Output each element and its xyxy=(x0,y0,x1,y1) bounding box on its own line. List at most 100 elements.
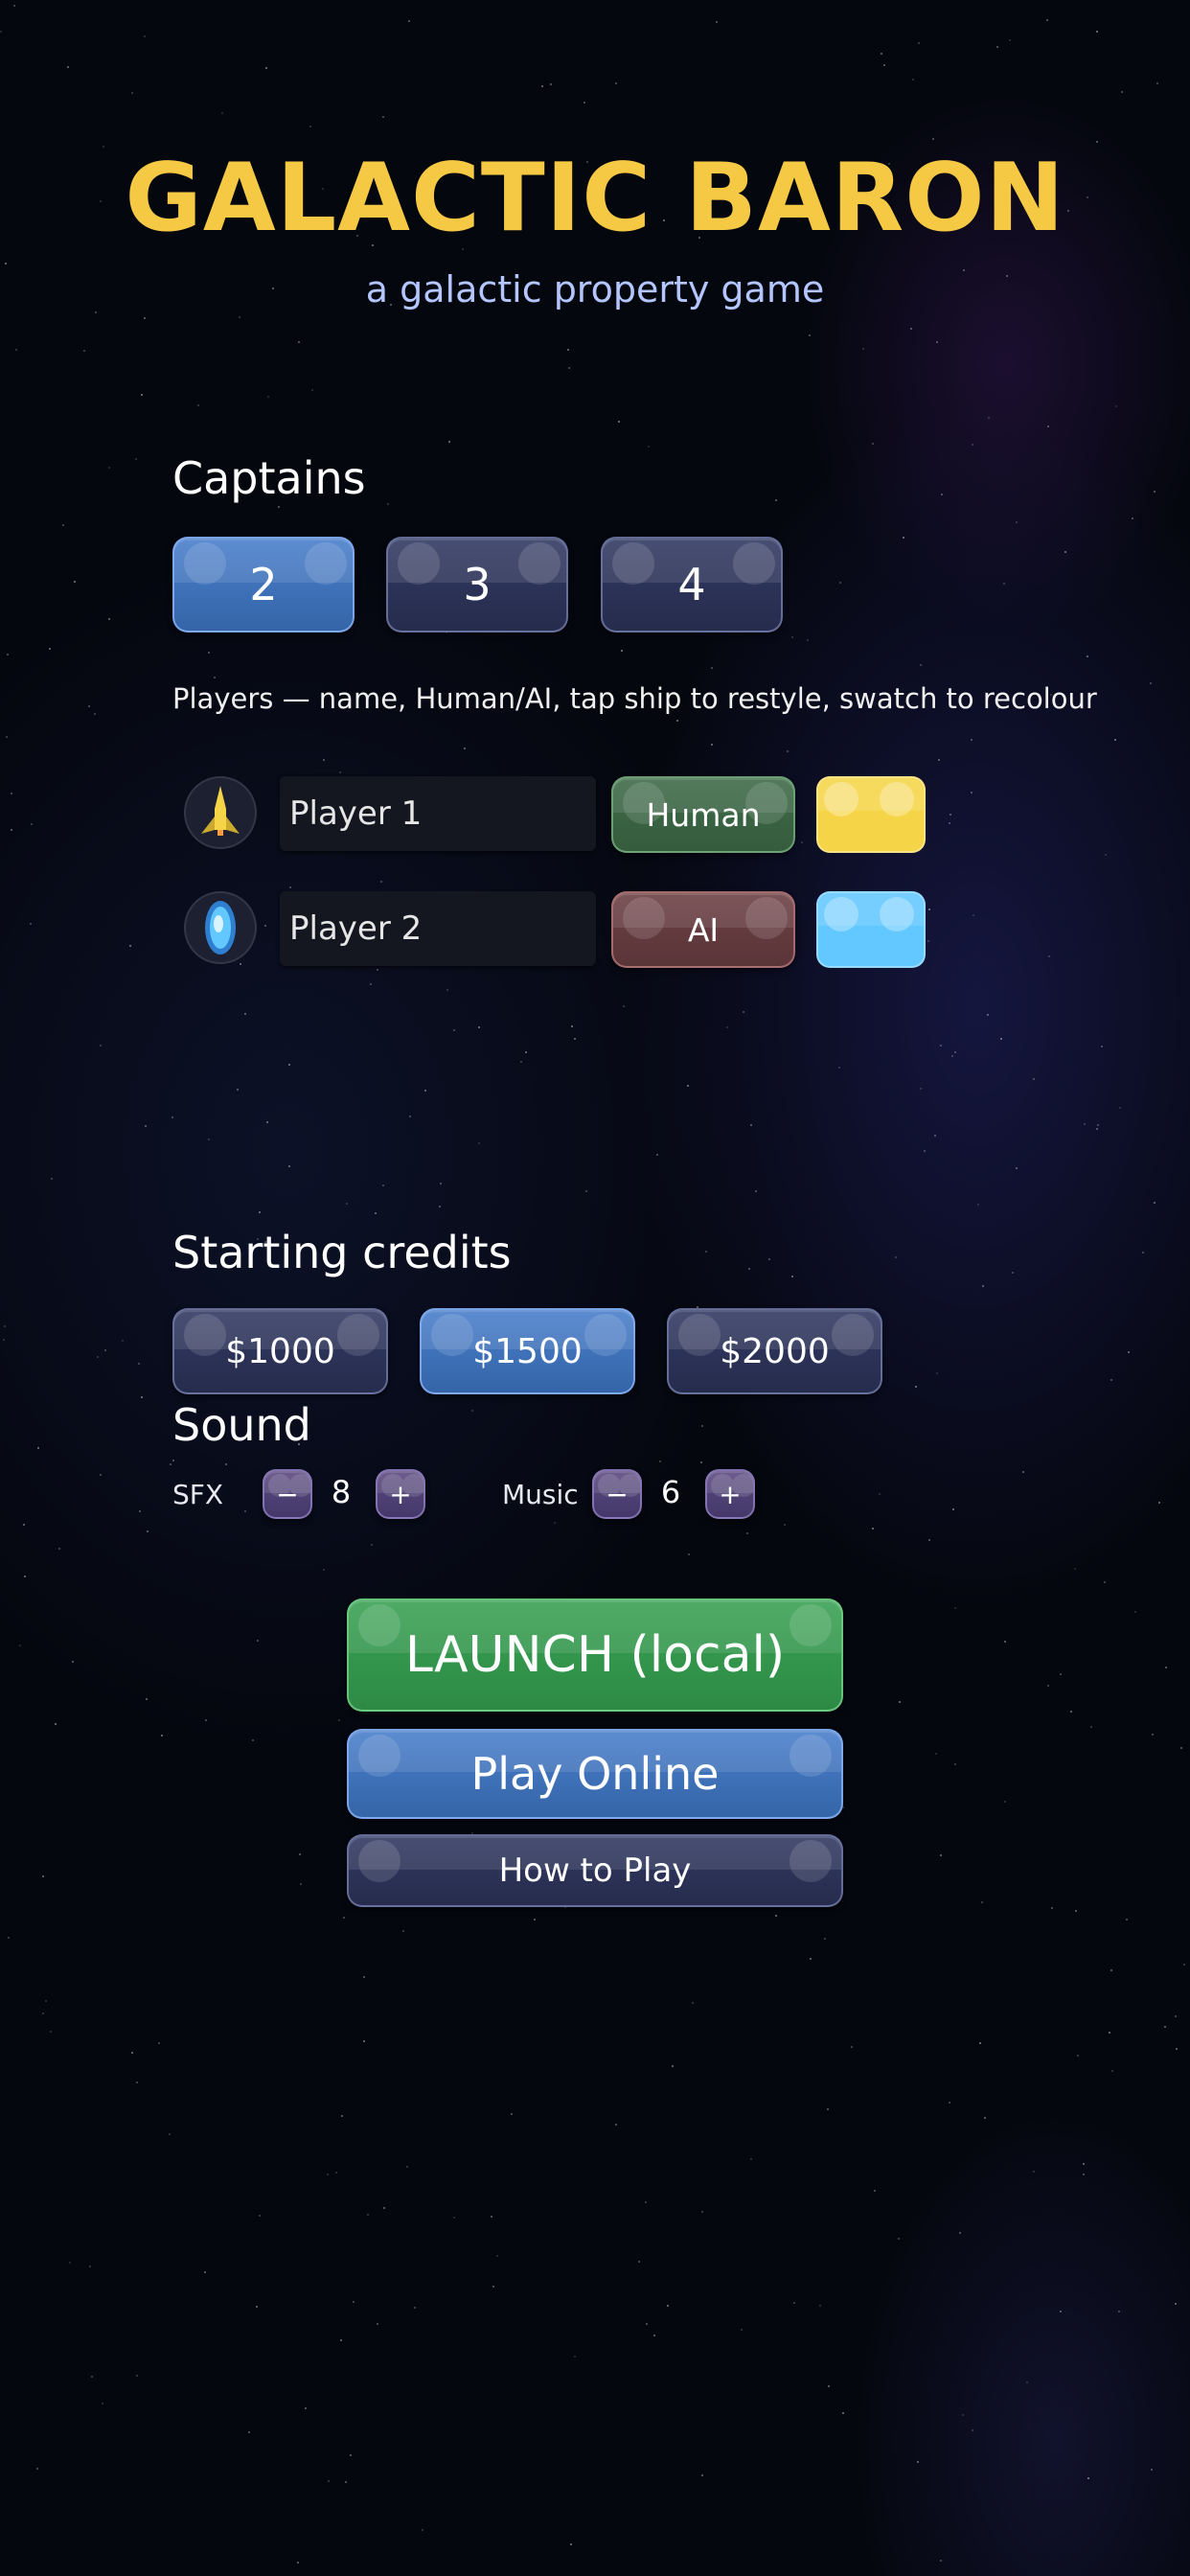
star xyxy=(962,2414,964,2416)
star xyxy=(971,739,973,741)
star xyxy=(37,1447,39,1449)
star xyxy=(8,1937,10,1939)
star xyxy=(328,2480,330,2482)
star xyxy=(122,1340,124,1342)
player-2-type-toggle[interactable]: AI xyxy=(611,891,795,968)
star xyxy=(341,2115,343,2117)
credits-option-2000[interactable]: $2000 xyxy=(667,1308,882,1394)
star xyxy=(659,1460,661,1462)
captains-option-4[interactable]: 4 xyxy=(601,537,783,632)
star xyxy=(584,102,585,104)
star xyxy=(934,1135,936,1137)
star xyxy=(49,648,51,650)
star xyxy=(1101,1046,1103,1047)
star xyxy=(197,404,199,406)
player-1-name-input[interactable] xyxy=(280,776,596,851)
captains-option-2[interactable]: 2 xyxy=(172,537,355,632)
star xyxy=(94,713,96,715)
star xyxy=(940,2560,942,2562)
player-1-type-toggle[interactable]: Human xyxy=(611,776,795,853)
star xyxy=(353,2301,355,2303)
star xyxy=(903,537,904,539)
music-decrease-button[interactable]: − xyxy=(592,1469,642,1519)
sfx-decrease-button[interactable]: − xyxy=(263,1469,312,1519)
plus-glyph: + xyxy=(719,1478,742,1510)
star xyxy=(827,2108,829,2110)
star xyxy=(42,2012,44,2014)
player-1-color-swatch[interactable] xyxy=(816,776,926,853)
star xyxy=(716,21,718,23)
star xyxy=(534,1919,536,1920)
star xyxy=(377,969,378,971)
captains-option-label: 4 xyxy=(677,559,706,610)
star xyxy=(1154,491,1156,493)
star xyxy=(339,771,341,773)
star xyxy=(918,42,920,44)
star xyxy=(574,2356,576,2358)
star xyxy=(100,1045,102,1046)
star xyxy=(172,1460,174,1461)
credits-option-1500[interactable]: $1500 xyxy=(420,1308,635,1394)
star xyxy=(89,2266,91,2267)
star xyxy=(1165,1667,1167,1668)
star xyxy=(936,1372,938,1374)
player-2-name-input[interactable] xyxy=(280,891,596,966)
star xyxy=(102,2403,103,2404)
saucer-ship-icon[interactable] xyxy=(184,891,257,964)
star xyxy=(1026,2381,1028,2383)
star xyxy=(446,989,448,991)
star xyxy=(838,1067,840,1069)
how-to-play-button[interactable]: How to Play xyxy=(347,1834,843,1907)
star xyxy=(936,341,938,343)
star xyxy=(237,1089,239,1091)
star xyxy=(615,82,617,84)
rocket-ship-icon[interactable] xyxy=(184,776,257,849)
star xyxy=(414,2307,416,2309)
star xyxy=(899,1701,901,1703)
play-online-button[interactable]: Play Online xyxy=(347,1729,843,1819)
star xyxy=(928,1539,930,1541)
star xyxy=(370,983,372,985)
star xyxy=(0,31,2,33)
star xyxy=(1180,1747,1182,1749)
star xyxy=(1183,1964,1185,1966)
star xyxy=(984,2117,986,2119)
star xyxy=(824,1938,826,1940)
captains-option-3[interactable]: 3 xyxy=(386,537,568,632)
star xyxy=(1151,2469,1153,2471)
star xyxy=(36,2468,38,2470)
star xyxy=(100,1474,102,1476)
star xyxy=(363,1976,365,1978)
star xyxy=(981,1901,983,1903)
star xyxy=(1009,39,1011,41)
star xyxy=(688,1553,690,1555)
star xyxy=(83,350,85,352)
player-2-color-swatch[interactable] xyxy=(816,891,926,968)
star xyxy=(701,2211,703,2213)
star xyxy=(915,1386,917,1388)
star xyxy=(50,2031,52,2033)
star xyxy=(141,1396,143,1398)
star xyxy=(895,1256,897,1258)
star xyxy=(972,2429,973,2431)
star xyxy=(244,1013,246,1015)
star xyxy=(646,2323,648,2325)
credits-option-label: $1500 xyxy=(472,1331,583,1371)
star xyxy=(807,639,809,641)
star xyxy=(383,2207,385,2209)
sfx-increase-button[interactable]: + xyxy=(376,1469,425,1519)
star xyxy=(146,1698,148,1700)
star xyxy=(464,748,466,749)
star xyxy=(11,829,12,831)
how-to-play-label: How to Play xyxy=(498,1852,692,1890)
star xyxy=(492,2286,494,2288)
sound-heading: Sound xyxy=(172,1399,311,1451)
star xyxy=(424,1090,426,1092)
star xyxy=(299,1853,301,1855)
credits-option-1000[interactable]: $1000 xyxy=(172,1308,388,1394)
music-increase-button[interactable]: + xyxy=(705,1469,755,1519)
star xyxy=(406,2166,408,2168)
launch-local-button[interactable]: LAUNCH (local) xyxy=(347,1598,843,1712)
star xyxy=(327,2174,329,2175)
star xyxy=(1176,2048,1178,2050)
